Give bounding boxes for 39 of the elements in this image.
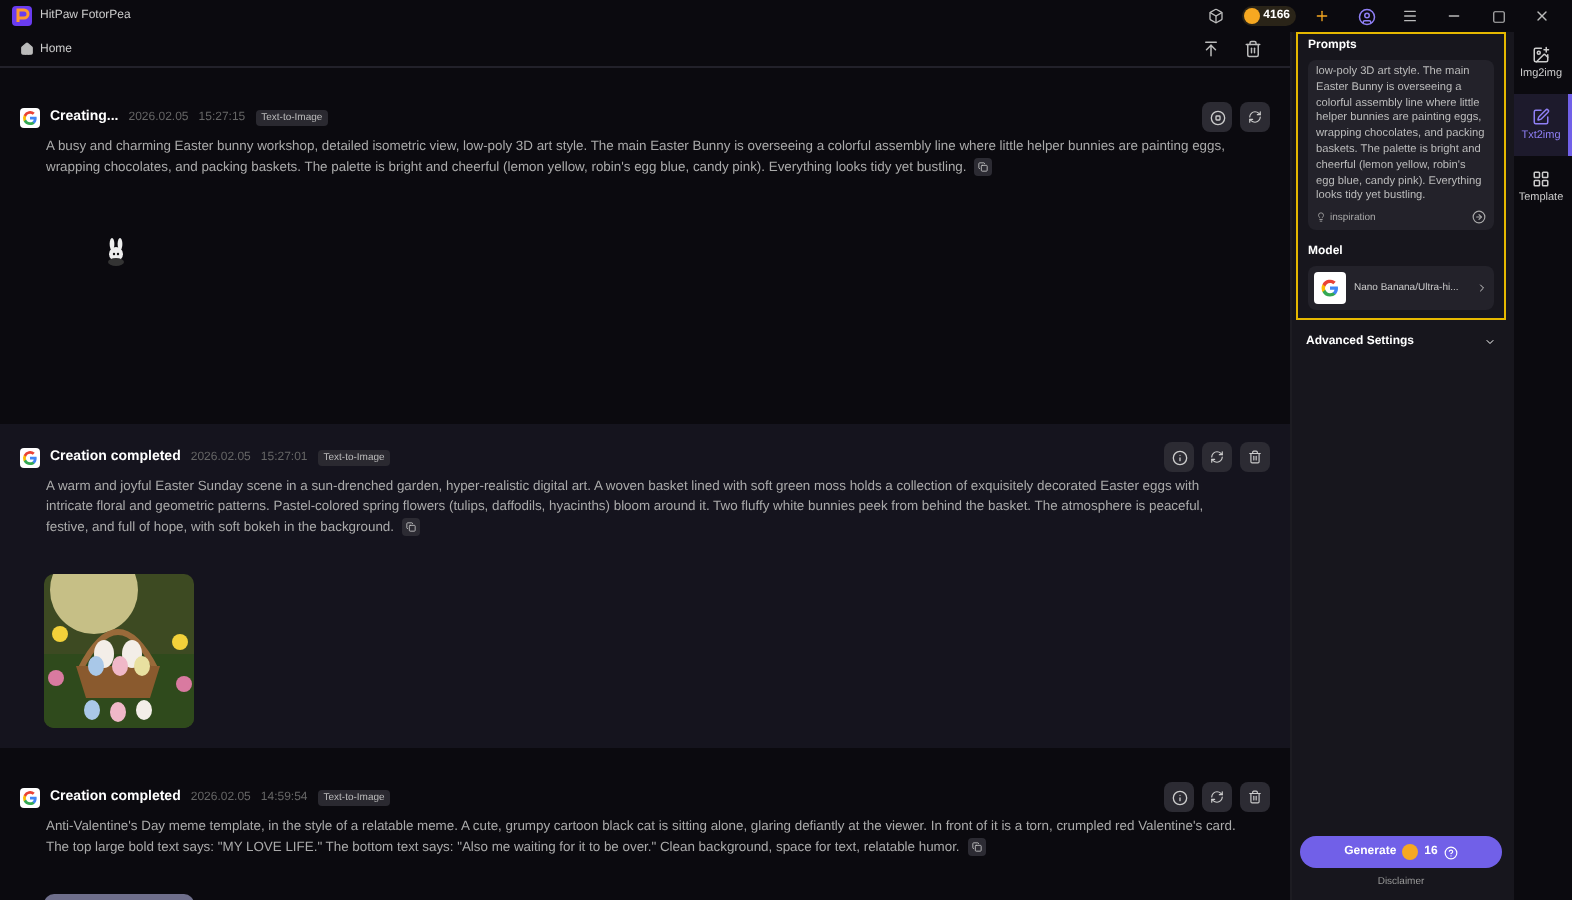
info-button[interactable] bbox=[1164, 442, 1194, 472]
chevron-down-icon bbox=[1484, 336, 1496, 349]
regenerate-button[interactable] bbox=[1202, 782, 1232, 812]
help-icon bbox=[1443, 845, 1458, 859]
image-plus-icon bbox=[1532, 46, 1550, 64]
app-logo bbox=[12, 6, 32, 26]
google-logo bbox=[20, 787, 40, 807]
stop-icon bbox=[1209, 109, 1225, 125]
delete-button[interactable] bbox=[1240, 782, 1270, 812]
copy-icon bbox=[406, 522, 416, 532]
copy-icon bbox=[971, 842, 982, 852]
grid-icon bbox=[1532, 170, 1550, 188]
stop-button[interactable] bbox=[1202, 102, 1232, 132]
trash-icon bbox=[1248, 450, 1262, 464]
info-icon bbox=[1171, 449, 1187, 465]
refresh-icon bbox=[1210, 790, 1224, 804]
google-logo bbox=[20, 447, 40, 467]
regenerate-button[interactable] bbox=[1202, 442, 1232, 472]
lightbulb-icon bbox=[1316, 212, 1326, 223]
google-logo bbox=[20, 107, 40, 127]
trash-icon bbox=[1248, 790, 1262, 804]
copy-button[interactable] bbox=[974, 158, 993, 176]
home-icon[interactable] bbox=[20, 42, 34, 56]
submit-icon[interactable] bbox=[1472, 210, 1486, 225]
coin-icon bbox=[1402, 844, 1419, 860]
refresh-icon bbox=[1248, 110, 1262, 124]
edit-icon bbox=[1532, 108, 1550, 126]
copy-button[interactable] bbox=[402, 518, 420, 536]
coin-icon bbox=[1243, 8, 1260, 24]
regenerate-button[interactable] bbox=[1240, 102, 1270, 132]
google-logo bbox=[1314, 272, 1346, 305]
bunny-loading-icon bbox=[104, 238, 128, 267]
refresh-icon bbox=[1210, 450, 1224, 464]
chevron-right-icon bbox=[1476, 282, 1488, 295]
info-button[interactable] bbox=[1164, 782, 1194, 812]
delete-button[interactable] bbox=[1240, 442, 1270, 472]
copy-button[interactable] bbox=[967, 838, 986, 856]
info-icon bbox=[1171, 789, 1187, 805]
copy-icon bbox=[978, 162, 989, 172]
